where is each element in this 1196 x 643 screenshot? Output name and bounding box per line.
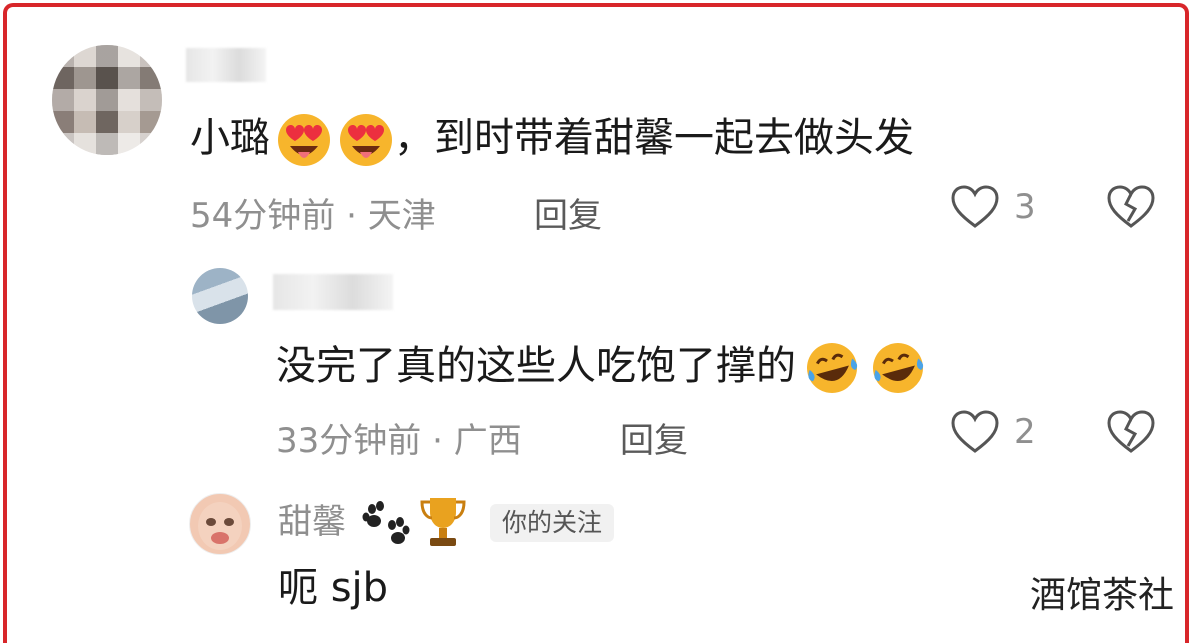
reply-button[interactable]: 回复 <box>534 188 602 237</box>
meta-separator: · <box>432 421 443 461</box>
meta-separator: · <box>346 196 357 236</box>
comment-location: 天津 <box>367 196 436 236</box>
watermark: 酒馆茶社 <box>1029 575 1174 616</box>
heart-icon <box>951 185 999 228</box>
blurred-username <box>186 48 266 82</box>
heart-eyes-emoji-icon <box>278 114 330 166</box>
red-highlight-frame <box>3 3 1189 643</box>
heart-icon <box>951 410 999 453</box>
face-icon <box>198 502 242 550</box>
broken-heart-icon[interactable] <box>1106 410 1156 454</box>
reply-button[interactable]: 回复 <box>620 413 688 462</box>
heart-eyes-emoji-icon <box>340 114 392 166</box>
blurred-username <box>273 274 393 310</box>
like-button[interactable]: 2 <box>950 410 1036 454</box>
commenter-avatar[interactable] <box>189 493 251 555</box>
laugh-cry-emoji-icon <box>873 343 924 393</box>
like-button[interactable]: 3 <box>950 185 1036 229</box>
commenter-avatar[interactable] <box>192 268 248 324</box>
like-count: 2 <box>1014 412 1036 452</box>
comment-location: 广西 <box>453 421 522 461</box>
comment-text: 没完了真的这些人吃饱了撑的 <box>276 338 928 396</box>
username[interactable]: 甜馨 <box>278 500 346 544</box>
paw-print-icon <box>362 501 410 544</box>
trophy-icon <box>420 498 466 546</box>
comment-text: 呃 sjb <box>278 565 389 611</box>
comment-time: 54分钟前 <box>190 196 336 236</box>
following-badge: 你的关注 <box>490 504 615 542</box>
comment-time: 33分钟前 <box>276 421 422 461</box>
comment-text: 小璐 ，到时带着甜馨一起去做头发 <box>190 110 914 168</box>
laugh-cry-emoji-icon <box>807 343 858 393</box>
like-count: 3 <box>1014 187 1036 227</box>
comment-meta: 33分钟前 · 广西 <box>276 413 522 462</box>
comment-meta: 54分钟前 · 天津 <box>190 188 436 237</box>
broken-heart-icon[interactable] <box>1106 185 1156 229</box>
commenter-avatar[interactable] <box>52 45 162 155</box>
